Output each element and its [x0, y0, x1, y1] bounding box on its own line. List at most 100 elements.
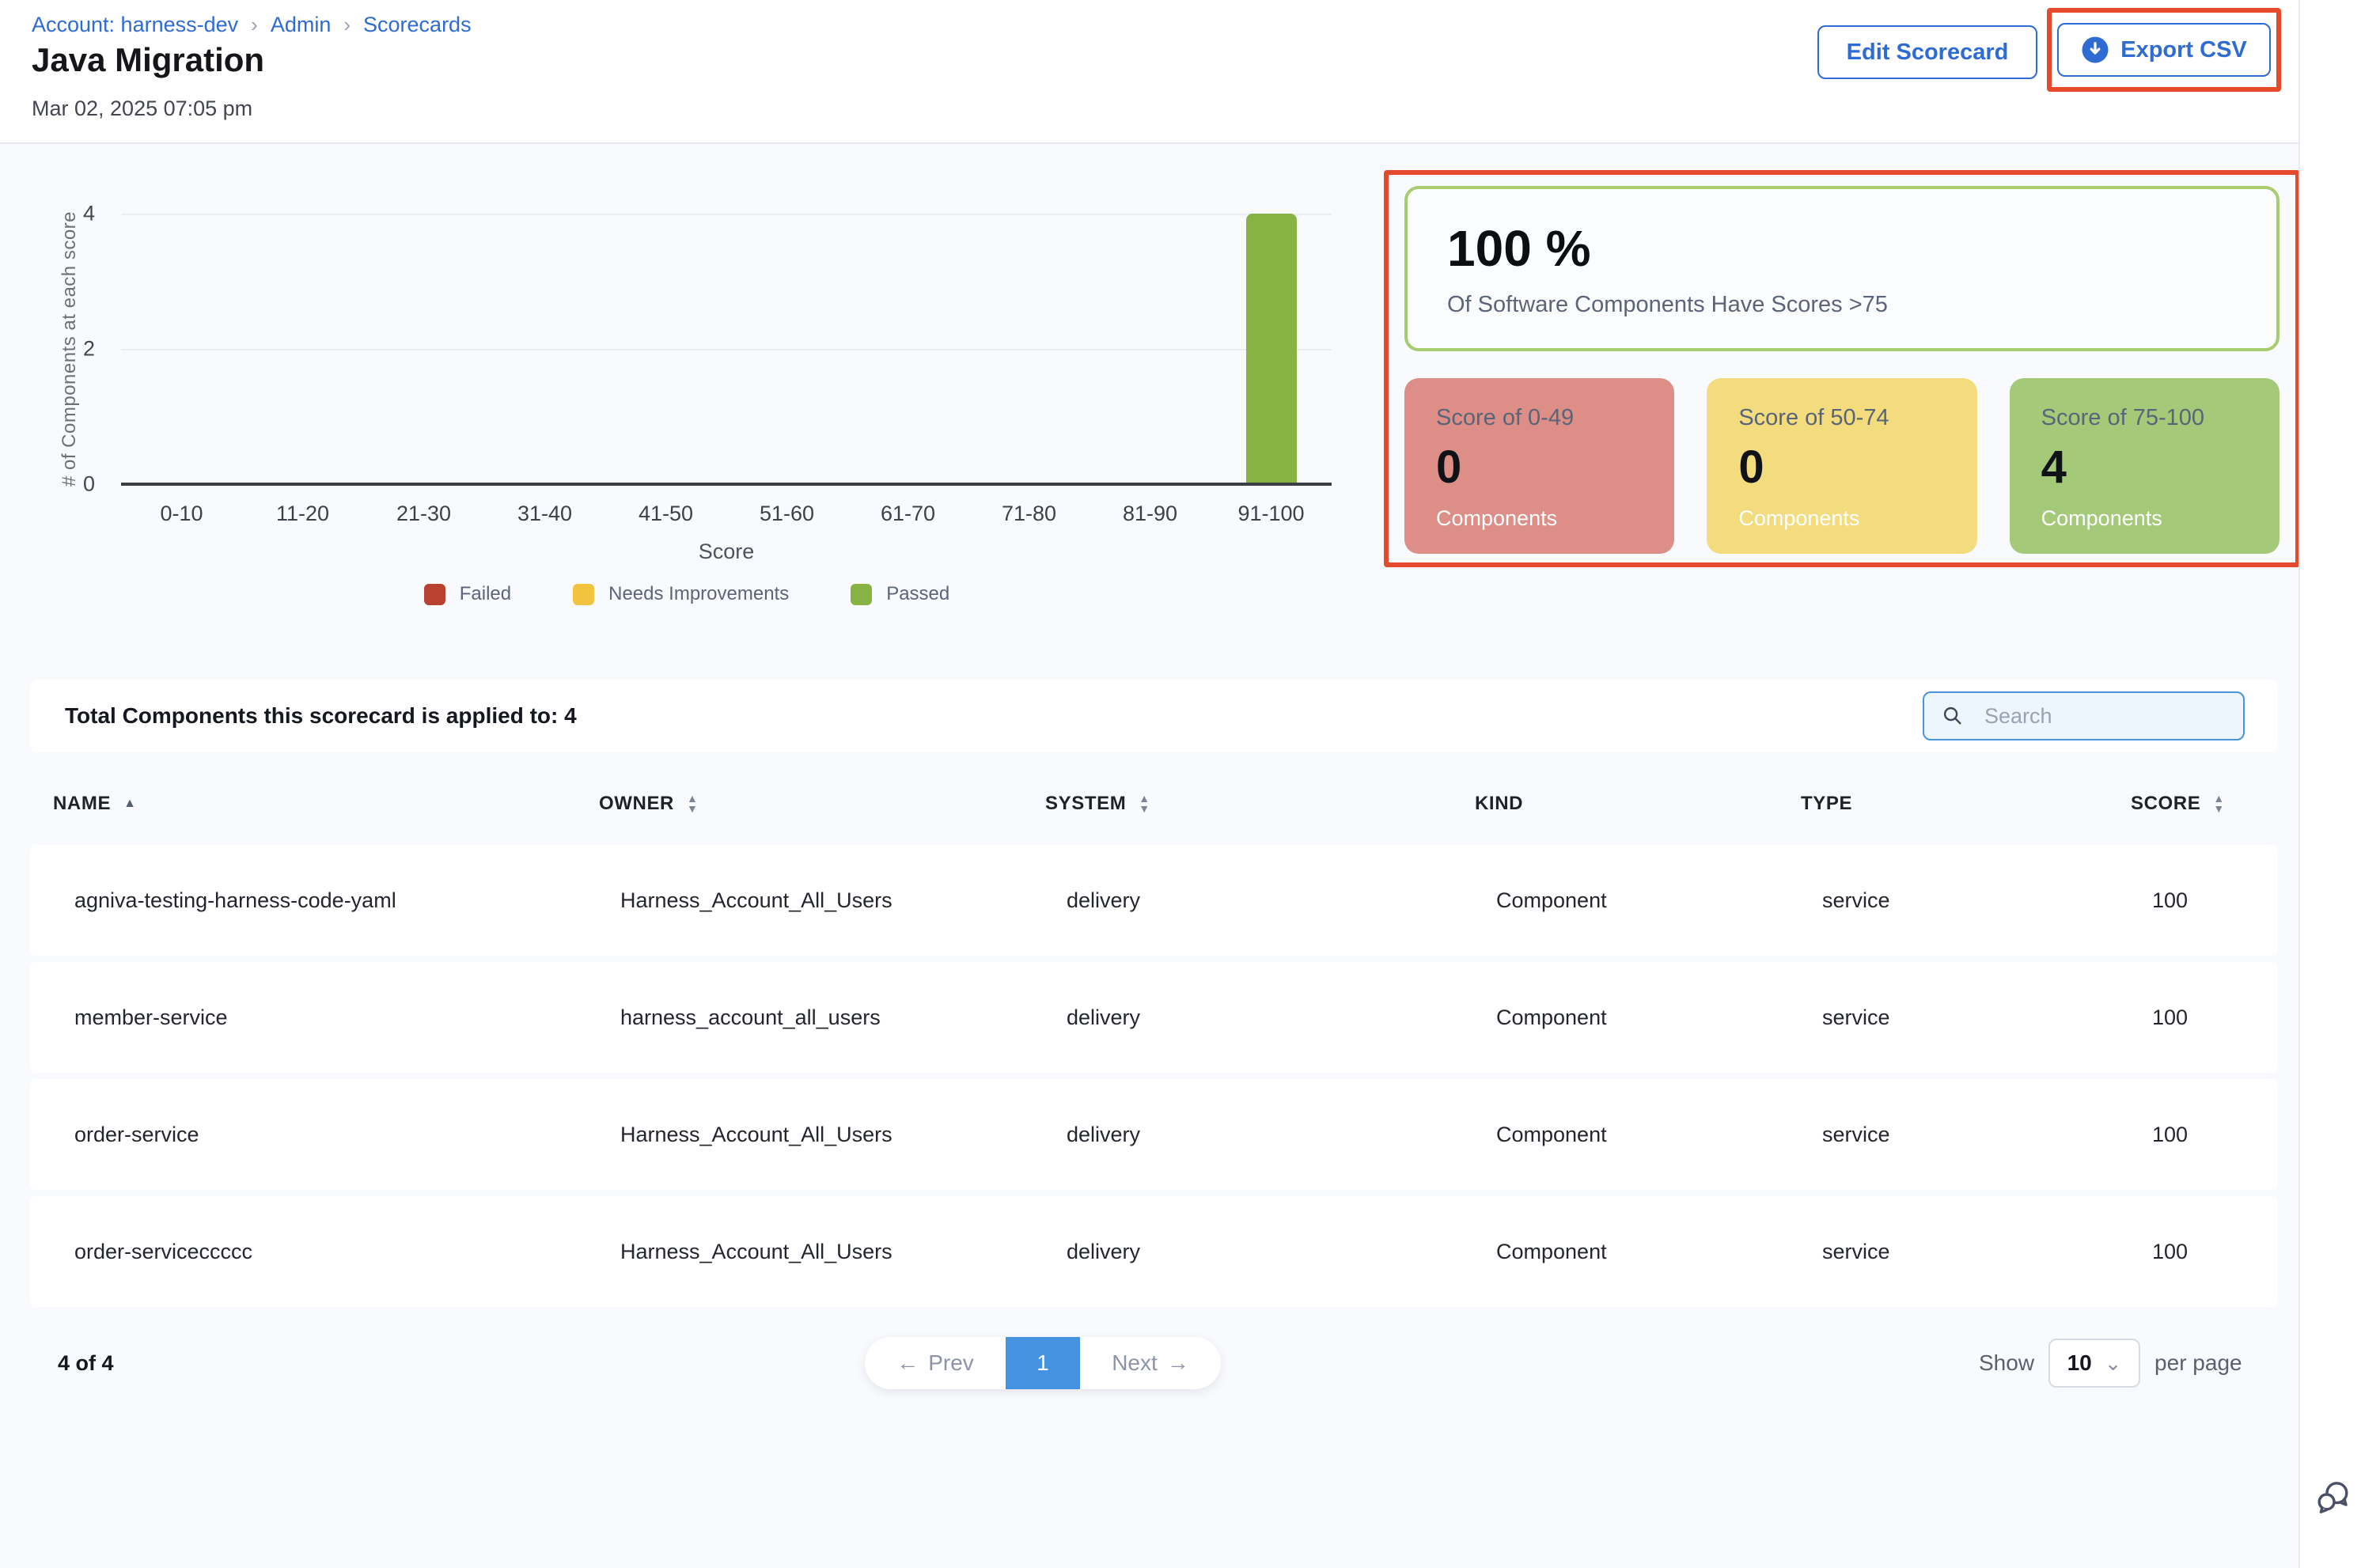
cell-type: service	[1822, 1123, 2152, 1147]
y-axis-tick: 0	[47, 472, 95, 497]
x-axis-tick: 11-20	[242, 502, 363, 526]
legend-label: Needs Improvements	[608, 583, 789, 605]
score-card-caption: Components	[1436, 506, 1674, 531]
legend-swatch	[573, 584, 594, 605]
chevron-down-icon: ⌄	[2105, 1355, 2122, 1371]
sort-icon: ▲▼	[687, 793, 698, 814]
score-card-title: Score of 50-74	[1738, 405, 1976, 431]
score-card-value: 4	[2041, 441, 2280, 494]
y-axis-tick: 2	[47, 337, 95, 362]
x-axis-tick: 51-60	[726, 502, 847, 526]
score-range-card: Score of 0-490Components	[1404, 378, 1674, 554]
next-page-button[interactable]: Next →	[1080, 1337, 1221, 1389]
breadcrumb-separator: ›	[343, 13, 351, 37]
breadcrumb-separator: ›	[251, 13, 258, 37]
column-header-score[interactable]: SCORE ▲▼	[2131, 793, 2225, 815]
x-axis-tick: 91-100	[1211, 502, 1332, 526]
main-content: # of Components at each score 4 2 0 0-10…	[0, 144, 2361, 1568]
cell-name: agniva-testing-harness-code-yaml	[74, 888, 620, 913]
arrow-right-icon: →	[1167, 1350, 1189, 1376]
column-label: SYSTEM	[1045, 793, 1126, 815]
cell-system: delivery	[1067, 1006, 1496, 1030]
top-bar: Account: harness-dev › Admin › Scorecard…	[0, 0, 2361, 144]
column-label: KIND	[1475, 793, 1523, 815]
prev-label: Prev	[928, 1350, 974, 1376]
page-size-select[interactable]: 10 ⌄	[2048, 1339, 2140, 1388]
legend-label: Passed	[886, 583, 949, 605]
cell-owner: harness_account_all_users	[620, 1006, 1067, 1030]
score-card-title: Score of 0-49	[1436, 405, 1674, 431]
export-csv-label: Export CSV	[2120, 37, 2247, 63]
column-header-owner[interactable]: OWNER▲▼	[599, 793, 1045, 815]
bar-slot	[363, 214, 484, 484]
percent-summary-card: 100 % Of Software Components Have Scores…	[1404, 186, 2280, 351]
cell-kind: Component	[1496, 1123, 1822, 1147]
show-label: Show	[1979, 1350, 2034, 1376]
download-icon	[2081, 36, 2109, 64]
percent-caption: Of Software Components Have Scores >75	[1447, 292, 2276, 318]
bar-slot	[242, 214, 363, 484]
total-components-label: Total Components this scorecard is appli…	[65, 703, 577, 729]
bar-slot	[121, 214, 242, 484]
table-row[interactable]: agniva-testing-harness-code-yamlHarness_…	[30, 845, 2278, 956]
table-row[interactable]: member-serviceharness_account_all_usersd…	[30, 962, 2278, 1073]
chart-bars	[121, 214, 1332, 484]
legend-item[interactable]: Failed	[424, 583, 511, 605]
summary-annotation-highlight: 100 % Of Software Components Have Scores…	[1384, 170, 2300, 567]
legend-item[interactable]: Needs Improvements	[573, 583, 789, 605]
column-header-kind[interactable]: KIND	[1475, 793, 1801, 815]
bar-slot	[726, 214, 847, 484]
edit-scorecard-button[interactable]: Edit Scorecard	[1817, 25, 2037, 79]
cell-owner: Harness_Account_All_Users	[620, 888, 1067, 913]
breadcrumb-account-link[interactable]: Account: harness-dev	[32, 13, 238, 37]
cell-name: order-service	[74, 1123, 620, 1147]
search-input[interactable]	[1923, 691, 2245, 740]
x-axis-tick: 61-70	[847, 502, 968, 526]
x-axis-tick: 0-10	[121, 502, 242, 526]
page-size-control: Show 10 ⌄ per page	[1979, 1337, 2242, 1389]
prev-page-button[interactable]: ← Prev	[865, 1337, 1006, 1389]
table-row[interactable]: order-serviceHarness_Account_All_Usersde…	[30, 1079, 2278, 1190]
next-label: Next	[1112, 1350, 1158, 1376]
x-axis-tick: 41-50	[605, 502, 726, 526]
column-header-system[interactable]: SYSTEM▲▼	[1045, 793, 1475, 815]
cell-score: 100	[2152, 1123, 2188, 1147]
x-axis-line	[121, 483, 1332, 486]
cell-score: 100	[2152, 888, 2188, 913]
x-axis-tick: 31-40	[484, 502, 605, 526]
breadcrumb-admin-link[interactable]: Admin	[271, 13, 332, 37]
score-range-cards: Score of 0-490Components Score of 50-74 0 C…	[1404, 378, 2280, 554]
export-annotation-highlight: Export CSV	[2047, 8, 2281, 92]
score-card-value: 0	[1738, 441, 1976, 494]
cell-score: 100	[2152, 1006, 2188, 1030]
page-size-value: 10	[2067, 1350, 2092, 1376]
bar-slot	[968, 214, 1090, 484]
cell-kind: Component	[1496, 888, 1822, 913]
bar-slot	[1211, 214, 1332, 484]
sort-icon: ▲▼	[2213, 793, 2224, 814]
legend-item[interactable]: Passed	[851, 583, 949, 605]
y-axis-tick: 4	[47, 202, 95, 226]
bar-91-100[interactable]	[1246, 214, 1297, 484]
cell-owner: Harness_Account_All_Users	[620, 1123, 1067, 1147]
table-column-headers: NAME▲OWNER▲▼SYSTEM▲▼KINDTYPESCORE▲▼	[30, 782, 2278, 826]
table-row[interactable]: order-servicecccccHarness_Account_All_Us…	[30, 1196, 2278, 1307]
legend-label: Failed	[460, 583, 511, 605]
column-label: SCORE	[2131, 793, 2200, 815]
sort-ascending-icon: ▲	[123, 797, 136, 811]
column-header-type[interactable]: TYPE	[1801, 793, 2131, 815]
per-page-label: per page	[2154, 1350, 2242, 1376]
x-axis-tick: 21-30	[363, 502, 484, 526]
bar-chart-plot	[121, 214, 1332, 484]
page-number-button[interactable]: 1	[1006, 1337, 1080, 1389]
table-body: agniva-testing-harness-code-yamlHarness_…	[30, 845, 2278, 1307]
score-card-caption: Components	[2041, 506, 2280, 531]
chat-support-button[interactable]	[2314, 1478, 2352, 1519]
cell-system: delivery	[1067, 888, 1496, 913]
cell-type: service	[1822, 1006, 2152, 1030]
export-csv-button[interactable]: Export CSV	[2057, 23, 2271, 77]
bar-slot	[847, 214, 968, 484]
column-header-name[interactable]: NAME▲	[53, 793, 599, 815]
breadcrumb-scorecards-link[interactable]: Scorecards	[363, 13, 472, 37]
page-timestamp: Mar 02, 2025 07:05 pm	[32, 97, 252, 121]
